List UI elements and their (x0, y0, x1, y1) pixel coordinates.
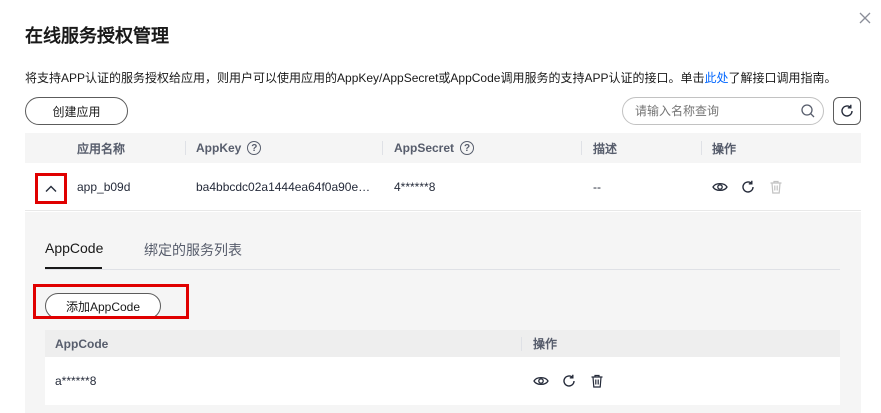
col-appkey: AppKey ? (196, 133, 262, 163)
description-text-end: 了解接口调用指南。 (728, 71, 837, 85)
row-actions (712, 163, 784, 211)
active-tab-indicator (45, 267, 102, 269)
column-divider (581, 141, 582, 155)
guide-link[interactable]: 此处 (704, 71, 728, 85)
close-icon[interactable] (857, 10, 873, 26)
search-input[interactable] (622, 97, 824, 125)
view-icon[interactable] (712, 179, 728, 195)
reset-icon[interactable] (561, 373, 577, 389)
description-text: 将支持APP认证的服务授权给应用，则用户可以使用应用的AppKey/AppSec… (25, 71, 705, 85)
help-icon[interactable]: ? (460, 141, 475, 155)
search-icon[interactable] (800, 103, 816, 119)
reset-icon[interactable] (740, 179, 756, 195)
add-appcode-button[interactable]: 添加AppCode (45, 293, 161, 319)
tab-appcode[interactable]: AppCode (45, 240, 103, 256)
delete-icon[interactable] (589, 373, 605, 389)
tab-bound-services[interactable]: 绑定的服务列表 (144, 240, 242, 260)
refresh-button[interactable] (833, 97, 861, 125)
appkey-cell: ba4bbcdc02a1444ea64f0a90e… (196, 180, 371, 194)
dialog-description: 将支持APP认证的服务授权给应用，则用户可以使用应用的AppKey/AppSec… (25, 69, 837, 86)
appcode-table-header: AppCode 操作 (45, 330, 840, 357)
dialog-title: 在线服务授权管理 (25, 26, 169, 46)
appcode-actions (533, 357, 605, 405)
col-description: 描述 (593, 141, 618, 156)
col-appcode-operations: 操作 (533, 337, 558, 351)
column-divider (701, 141, 702, 155)
description-cell: -- (593, 180, 601, 194)
create-app-button[interactable]: 创建应用 (25, 97, 128, 125)
column-divider (521, 337, 522, 351)
table-row: a******8 (45, 357, 840, 405)
chevron-up-icon (45, 185, 57, 192)
apps-table-header: 应用名称 AppKey ? AppSecret ? 描述 操作 (25, 133, 861, 163)
col-appcode: AppCode (55, 336, 109, 351)
appcode-cell: a******8 (55, 374, 97, 388)
table-row: app_b09d ba4bbcdc02a1444ea64f0a90e… 4***… (25, 163, 861, 211)
help-icon[interactable]: ? (247, 141, 262, 155)
column-divider (382, 141, 383, 155)
view-icon[interactable] (533, 373, 549, 389)
col-app-name: 应用名称 (77, 141, 126, 156)
col-appsecret: AppSecret ? (394, 133, 475, 163)
col-appkey-label: AppKey (196, 141, 242, 155)
detail-tabs: AppCode 绑定的服务列表 (45, 232, 840, 270)
delete-icon (770, 180, 782, 194)
col-operations: 操作 (712, 141, 737, 156)
collapse-row-button[interactable] (35, 173, 67, 204)
column-divider (185, 141, 186, 155)
col-appsecret-label: AppSecret (394, 141, 455, 155)
refresh-icon (841, 104, 853, 117)
app-name-cell: app_b09d (77, 180, 131, 194)
appsecret-cell: 4******8 (394, 180, 436, 194)
